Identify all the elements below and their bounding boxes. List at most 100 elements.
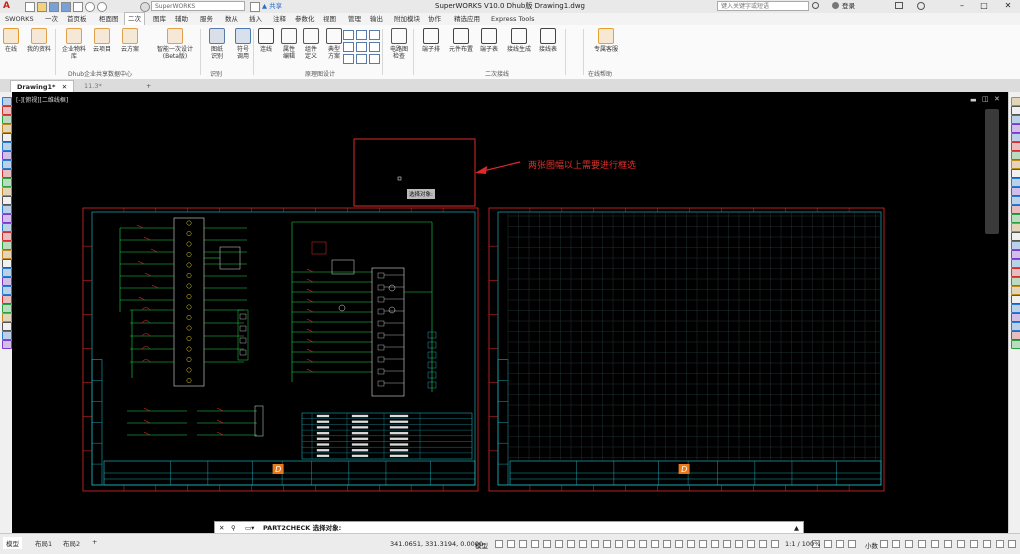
toolbar-tool-icon[interactable] (1011, 277, 1020, 286)
toolbar-tool-icon[interactable] (1011, 259, 1020, 268)
ribbon-button[interactable]: 典型 方案 (323, 28, 345, 60)
toolbar-tool-icon[interactable] (1011, 133, 1020, 142)
status-toggle-icon[interactable] (555, 540, 563, 548)
toolbar-tool-icon[interactable] (1011, 223, 1020, 232)
status-toggle-icon[interactable] (970, 540, 978, 548)
small-tool-icon[interactable] (356, 54, 367, 64)
toolbar-tool-icon[interactable] (2, 205, 12, 214)
toolbar-tool-icon[interactable] (2, 331, 12, 340)
status-toggle-icon[interactable] (1008, 540, 1016, 548)
ribbon-button[interactable]: 专属客服 (588, 28, 624, 53)
share-button[interactable]: ▲ 共享 (262, 1, 282, 12)
viewport-restore-icon[interactable]: ◫ (982, 95, 989, 103)
toolbar-tool-icon[interactable] (1011, 232, 1020, 241)
toolbar-tool-icon[interactable] (2, 250, 12, 259)
toolbar-tool-icon[interactable] (2, 124, 12, 133)
workspace-icon[interactable] (140, 2, 150, 12)
toolbar-tool-icon[interactable] (1011, 124, 1020, 133)
toolbar-tool-icon[interactable] (2, 187, 12, 196)
toolbar-tool-icon[interactable] (1011, 196, 1020, 205)
menu-tab[interactable]: 柜面图 (96, 13, 122, 25)
ribbon-button[interactable]: 电路图 检查 (386, 28, 412, 60)
status-toggle-icon[interactable] (957, 540, 965, 548)
toolbar-tool-icon[interactable] (1011, 241, 1020, 250)
status-toggle-icon[interactable] (735, 540, 743, 548)
toolbar-tool-icon[interactable] (2, 232, 12, 241)
save-as-icon[interactable] (61, 2, 71, 12)
toolbar-tool-icon[interactable] (2, 223, 12, 232)
toolbar-tool-icon[interactable] (2, 241, 12, 250)
status-toggle-icon[interactable] (615, 540, 623, 548)
workspace-select[interactable]: SuperWORKS (151, 1, 245, 11)
toolbar-tool-icon[interactable] (2, 277, 12, 286)
ribbon-button[interactable]: 智能一次设计 (Beta版) (145, 28, 205, 60)
user-icon[interactable] (832, 2, 839, 9)
status-toggle-icon[interactable] (918, 540, 926, 548)
status-toggle-icon[interactable] (892, 540, 900, 548)
status-toggle-icon[interactable] (687, 540, 695, 548)
add-layout-button[interactable]: + (92, 538, 97, 546)
status-toggle-icon[interactable] (824, 540, 832, 548)
menu-tab[interactable]: 首页板 (64, 13, 90, 25)
status-toggle-icon[interactable] (507, 540, 515, 548)
status-toggle-icon[interactable] (747, 540, 755, 548)
open-file-icon[interactable] (37, 2, 47, 12)
toolbar-tool-icon[interactable] (1011, 142, 1020, 151)
save-icon[interactable] (49, 2, 59, 12)
toolbar-tool-icon[interactable] (1011, 97, 1020, 106)
toolbar-tool-icon[interactable] (1011, 106, 1020, 115)
status-toggle-icon[interactable] (531, 540, 539, 548)
menu-tab[interactable]: 视图 (320, 13, 339, 25)
toolbar-tool-icon[interactable] (1011, 322, 1020, 331)
toolbar-tool-icon[interactable] (2, 160, 12, 169)
toolbar-tool-icon[interactable] (2, 286, 12, 295)
ribbon-button[interactable]: 组件 定义 (300, 28, 322, 60)
toolbar-tool-icon[interactable] (1011, 304, 1020, 313)
toolbar-tool-icon[interactable] (2, 322, 12, 331)
toolbar-tool-icon[interactable] (2, 295, 12, 304)
layout-tab[interactable]: 模型 (3, 537, 22, 549)
status-toggle-icon[interactable] (567, 540, 575, 548)
small-tool-icon[interactable] (369, 42, 380, 52)
toolbar-tool-icon[interactable] (1011, 187, 1020, 196)
status-toggle-icon[interactable] (639, 540, 647, 548)
ribbon-button[interactable]: 图纸 识别 (205, 28, 229, 60)
toolbar-tool-icon[interactable] (2, 142, 12, 151)
viewport-close-icon[interactable]: ✕ (994, 95, 1000, 103)
status-toggle-icon[interactable] (759, 540, 767, 548)
toolbar-tool-icon[interactable] (2, 313, 12, 322)
status-toggle-icon[interactable] (711, 540, 719, 548)
tab-11-3[interactable]: 11.3* (78, 80, 108, 92)
status-toggle-icon[interactable] (848, 540, 856, 548)
annotation-scale[interactable]: 1:1 / 100% (785, 540, 820, 548)
ribbon-button[interactable]: 符号 调用 (232, 28, 254, 60)
status-toggle-icon[interactable] (771, 540, 779, 548)
status-toggle-icon[interactable] (663, 540, 671, 548)
toolbar-tool-icon[interactable] (1011, 169, 1020, 178)
small-tool-icon[interactable] (356, 42, 367, 52)
toolbar-tool-icon[interactable] (1011, 115, 1020, 124)
toolbar-tool-icon[interactable] (1011, 160, 1020, 169)
status-toggle-icon[interactable] (880, 540, 888, 548)
login-button[interactable]: 登录 (842, 0, 855, 13)
status-toggle-icon[interactable] (944, 540, 952, 548)
status-toggle-icon[interactable] (579, 540, 587, 548)
ribbon-button[interactable]: 我的资料 (22, 28, 56, 53)
ribbon-button[interactable]: 接线表 (535, 28, 561, 53)
toolbar-tool-icon[interactable] (2, 178, 12, 187)
ribbon-button[interactable]: 端子排 (416, 28, 446, 53)
toolbar-tool-icon[interactable] (1011, 331, 1020, 340)
menu-tab[interactable]: 附加模块 (391, 13, 423, 25)
navigation-bar[interactable] (985, 109, 999, 234)
ribbon-button[interactable]: 属性 编辑 (278, 28, 300, 60)
undo-icon[interactable] (85, 2, 95, 12)
status-toggle-icon[interactable] (675, 540, 683, 548)
status-toggle-icon[interactable] (519, 540, 527, 548)
toolbar-tool-icon[interactable] (2, 115, 12, 124)
status-toggle-icon[interactable] (543, 540, 551, 548)
ribbon-button[interactable]: 企业物料库 (60, 28, 88, 60)
toolbar-tool-icon[interactable] (2, 214, 12, 223)
drawing-canvas[interactable]: [-][俯视][二维线框] DD 两张图幅以上需要进行框选 选择对象: ▬ ◫ … (12, 92, 1008, 533)
small-tool-icon[interactable] (356, 30, 367, 40)
small-tool-icon[interactable] (369, 30, 380, 40)
